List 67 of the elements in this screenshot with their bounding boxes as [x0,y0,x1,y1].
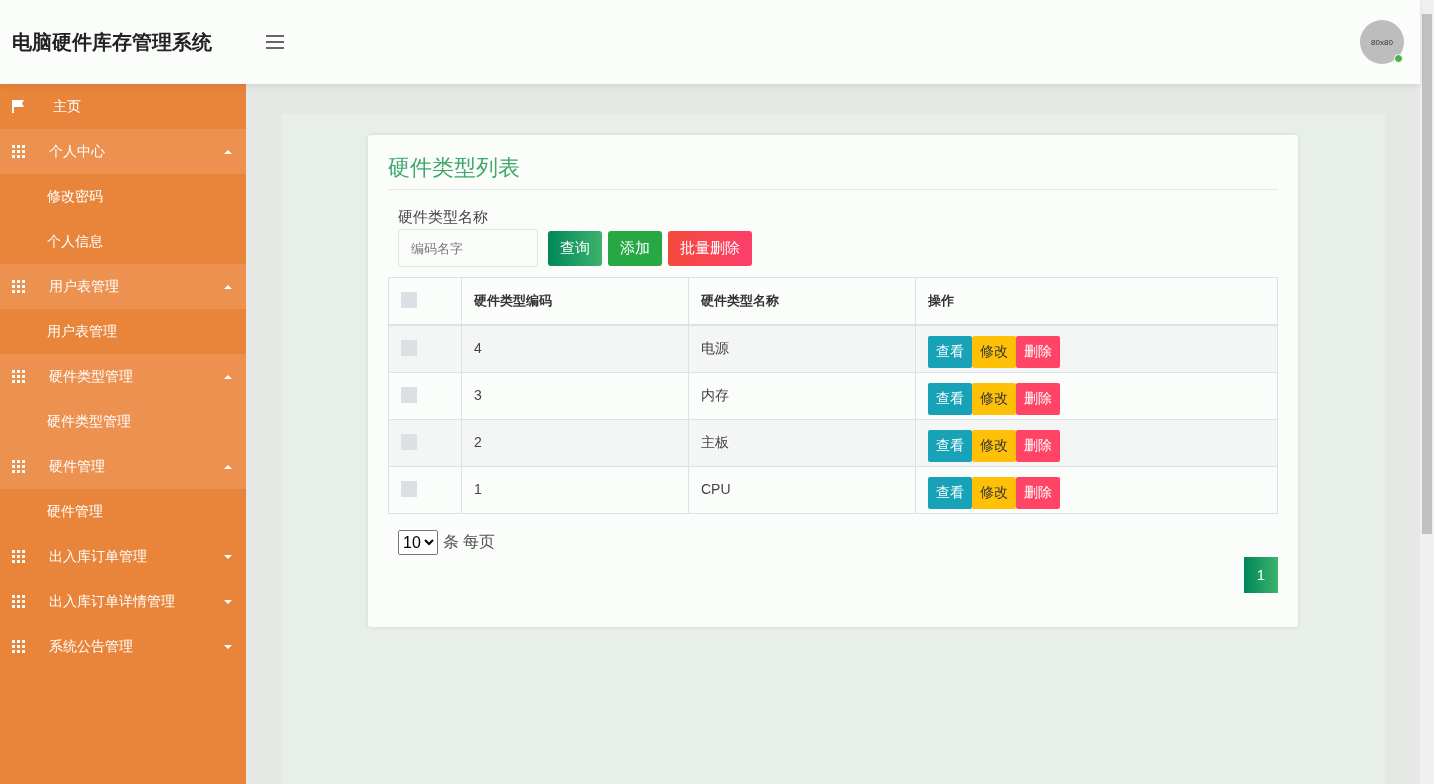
delete-button[interactable]: 删除 [1016,429,1060,462]
search-label: 硬件类型名称 [398,208,489,227]
page-size-select[interactable]: 10 [398,529,438,555]
table-cell: 3 [461,372,689,419]
sidebar-group[interactable]: 硬件管理 [0,444,246,489]
table-cell: 1 [461,466,689,513]
edit-button[interactable]: 修改 [972,336,1016,368]
sidebar-subitem[interactable]: 修改密码 [0,174,246,219]
scrollbar[interactable] [1420,0,1434,784]
sidebar-group[interactable]: 用户表管理 [0,264,246,309]
table-cell: 4 [461,325,689,372]
caret-icon [224,554,232,559]
sidebar-subitem[interactable]: 用户表管理 [0,309,246,354]
sidebar-subitem[interactable]: 硬件管理 [0,489,246,534]
caret-icon [224,149,232,154]
scrollbar-thumb[interactable] [1422,14,1432,534]
sidebar-group[interactable]: 系统公告管理 [0,624,246,669]
sidebar-subitem[interactable]: 硬件类型管理 [0,399,246,444]
caret-icon [224,374,232,379]
flag-icon [12,100,24,113]
view-button[interactable]: 查看 [928,476,972,509]
sidebar-group[interactable]: 硬件类型管理 [0,354,246,399]
checkbox[interactable] [401,433,417,450]
sidebar-group[interactable]: 出入库订单管理 [0,534,246,579]
sidebar-group[interactable]: 出入库订单详情管理 [0,579,246,624]
delete-button[interactable]: 删除 [1016,336,1060,368]
view-button[interactable]: 查看 [928,336,972,368]
query-button[interactable]: 查询 [548,230,602,266]
avatar[interactable]: 80x80 [1360,20,1404,64]
card-title: 硬件类型列表 [388,153,1278,190]
checkbox[interactable] [401,480,417,497]
delete-button[interactable]: 删除 [1016,382,1060,415]
view-button[interactable]: 查看 [928,382,972,415]
grid-icon [12,550,25,563]
edit-button[interactable]: 修改 [972,429,1016,462]
add-button[interactable]: 添加 [608,230,662,266]
sidebar-subitem[interactable]: 个人信息 [0,219,246,264]
app-title: 电脑硬件库存管理系统 [12,29,213,55]
menu-icon[interactable] [266,35,284,49]
grid-icon [12,460,25,473]
grid-icon [12,145,25,158]
view-button[interactable]: 查看 [928,429,972,462]
table-cell: 2 [461,419,689,466]
caret-icon [224,644,232,649]
search-field[interactable]: 编码名字 [398,229,538,267]
edit-button[interactable]: 修改 [972,382,1016,415]
sidebar-item[interactable]: 主页 [0,84,246,129]
table-cell: CPU [688,466,916,513]
page-button[interactable]: 1 [1244,556,1278,593]
caret-icon [224,464,232,469]
checkbox[interactable] [401,291,417,308]
table-cell: 主板 [688,419,916,466]
checkbox[interactable] [401,340,417,356]
table-cell: 电源 [688,325,916,372]
delete-button[interactable]: 批量删除 [668,230,752,266]
grid-icon [12,595,25,608]
edit-button[interactable]: 修改 [972,476,1016,509]
grid-icon [12,280,25,293]
checkbox[interactable] [401,386,417,403]
grid-icon [12,370,25,383]
grid-icon [12,640,25,653]
table-cell: 内存 [688,372,916,419]
caret-icon [224,284,232,289]
delete-button[interactable]: 删除 [1016,476,1060,509]
caret-icon [224,599,232,604]
page-size-label: 条 每页 [443,531,496,552]
sidebar-group[interactable]: 个人中心 [0,129,246,174]
